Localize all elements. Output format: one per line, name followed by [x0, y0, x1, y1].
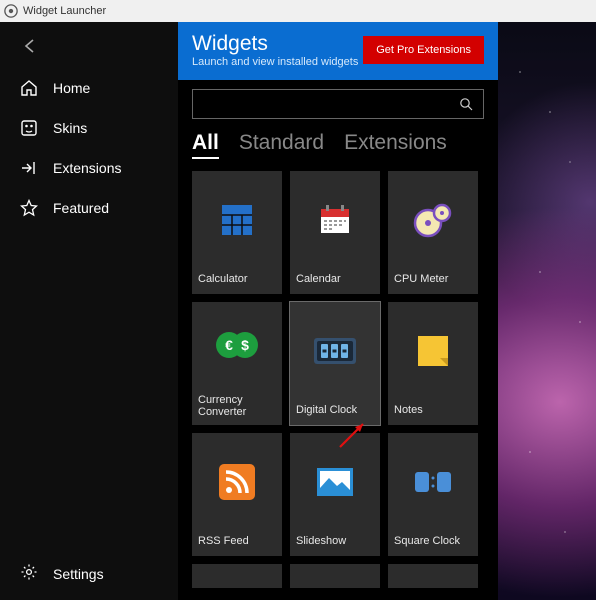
search-input[interactable] — [203, 97, 459, 112]
back-button[interactable] — [20, 36, 40, 56]
widget-tile-partial[interactable] — [388, 564, 478, 588]
tab-all[interactable]: All — [192, 131, 219, 159]
page-subtitle: Launch and view installed widgets — [192, 56, 358, 68]
page-header: Widgets Launch and view installed widget… — [178, 22, 498, 80]
svg-text:€: € — [225, 337, 233, 353]
widget-tile-square-clock[interactable]: Square Clock — [388, 433, 478, 556]
app-logo-icon — [4, 4, 18, 18]
widget-label: Digital Clock — [290, 399, 380, 425]
sidebar-item-extensions[interactable]: Extensions — [0, 148, 178, 188]
widget-label: Currency Converter — [192, 389, 282, 425]
digital-clock-icon — [313, 337, 357, 365]
content-area: All Standard Extensions Calculator Calen… — [178, 80, 498, 600]
widget-label: RSS Feed — [192, 530, 282, 556]
star-icon — [20, 199, 38, 217]
home-icon — [20, 79, 38, 97]
square-clock-icon — [411, 468, 455, 496]
svg-text:$: $ — [241, 337, 249, 353]
rss-icon — [219, 464, 255, 500]
sidebar: Home Skins Extensions Featured Settings — [0, 22, 178, 600]
widget-tile-calculator[interactable]: Calculator — [192, 171, 282, 294]
sidebar-item-label: Extensions — [53, 160, 121, 176]
calendar-icon — [316, 201, 354, 239]
widget-tile-notes[interactable]: Notes — [388, 302, 478, 425]
sidebar-item-label: Skins — [53, 120, 87, 136]
tab-extensions[interactable]: Extensions — [344, 131, 447, 159]
app-title: Widget Launcher — [23, 5, 106, 17]
widget-tile-slideshow[interactable]: Slideshow — [290, 433, 380, 556]
sidebar-item-label: Featured — [53, 200, 109, 216]
search-box[interactable] — [192, 89, 484, 119]
skins-icon — [20, 119, 38, 137]
page-title: Widgets — [192, 32, 358, 55]
sidebar-item-home[interactable]: Home — [0, 68, 178, 108]
sidebar-item-settings[interactable]: Settings — [0, 547, 178, 600]
sidebar-item-skins[interactable]: Skins — [0, 108, 178, 148]
widget-tile-partial[interactable] — [290, 564, 380, 588]
sidebar-item-label: Home — [53, 80, 90, 96]
currency-icon: €$ — [214, 328, 260, 362]
widget-grid: Calculator Calendar CPU Meter €$ — [192, 171, 484, 588]
slideshow-icon — [315, 466, 355, 498]
widget-label: Slideshow — [290, 530, 380, 556]
sidebar-nav: Home Skins Extensions Featured — [0, 68, 178, 547]
cpu-meter-icon — [412, 201, 454, 239]
widget-label: Square Clock — [388, 530, 478, 556]
widget-tile-cpu-meter[interactable]: CPU Meter — [388, 171, 478, 294]
widget-tile-partial[interactable] — [192, 564, 282, 588]
widget-label: Calculator — [192, 268, 282, 294]
get-pro-button[interactable]: Get Pro Extensions — [363, 36, 484, 64]
desktop-wallpaper: Home Skins Extensions Featured Settings — [0, 22, 596, 600]
extensions-icon — [20, 159, 38, 177]
notes-icon — [416, 334, 450, 368]
main-panel: Widgets Launch and view installed widget… — [178, 22, 498, 600]
settings-label: Settings — [53, 566, 104, 582]
widget-tile-currency-converter[interactable]: €$ Currency Converter — [192, 302, 282, 425]
sidebar-item-featured[interactable]: Featured — [0, 188, 178, 228]
tab-standard[interactable]: Standard — [239, 131, 324, 159]
widget-label: Notes — [388, 399, 478, 425]
widget-tile-rss-feed[interactable]: RSS Feed — [192, 433, 282, 556]
app-window: Home Skins Extensions Featured Settings — [0, 22, 498, 600]
gear-icon — [20, 563, 38, 584]
category-tabs: All Standard Extensions — [192, 131, 484, 159]
widget-label: Calendar — [290, 268, 380, 294]
titlebar: Widget Launcher — [0, 0, 596, 22]
search-icon — [459, 97, 473, 111]
calculator-icon — [218, 201, 256, 239]
widget-tile-calendar[interactable]: Calendar — [290, 171, 380, 294]
widget-label: CPU Meter — [388, 268, 478, 294]
widget-tile-digital-clock[interactable]: Digital Clock — [290, 302, 380, 425]
